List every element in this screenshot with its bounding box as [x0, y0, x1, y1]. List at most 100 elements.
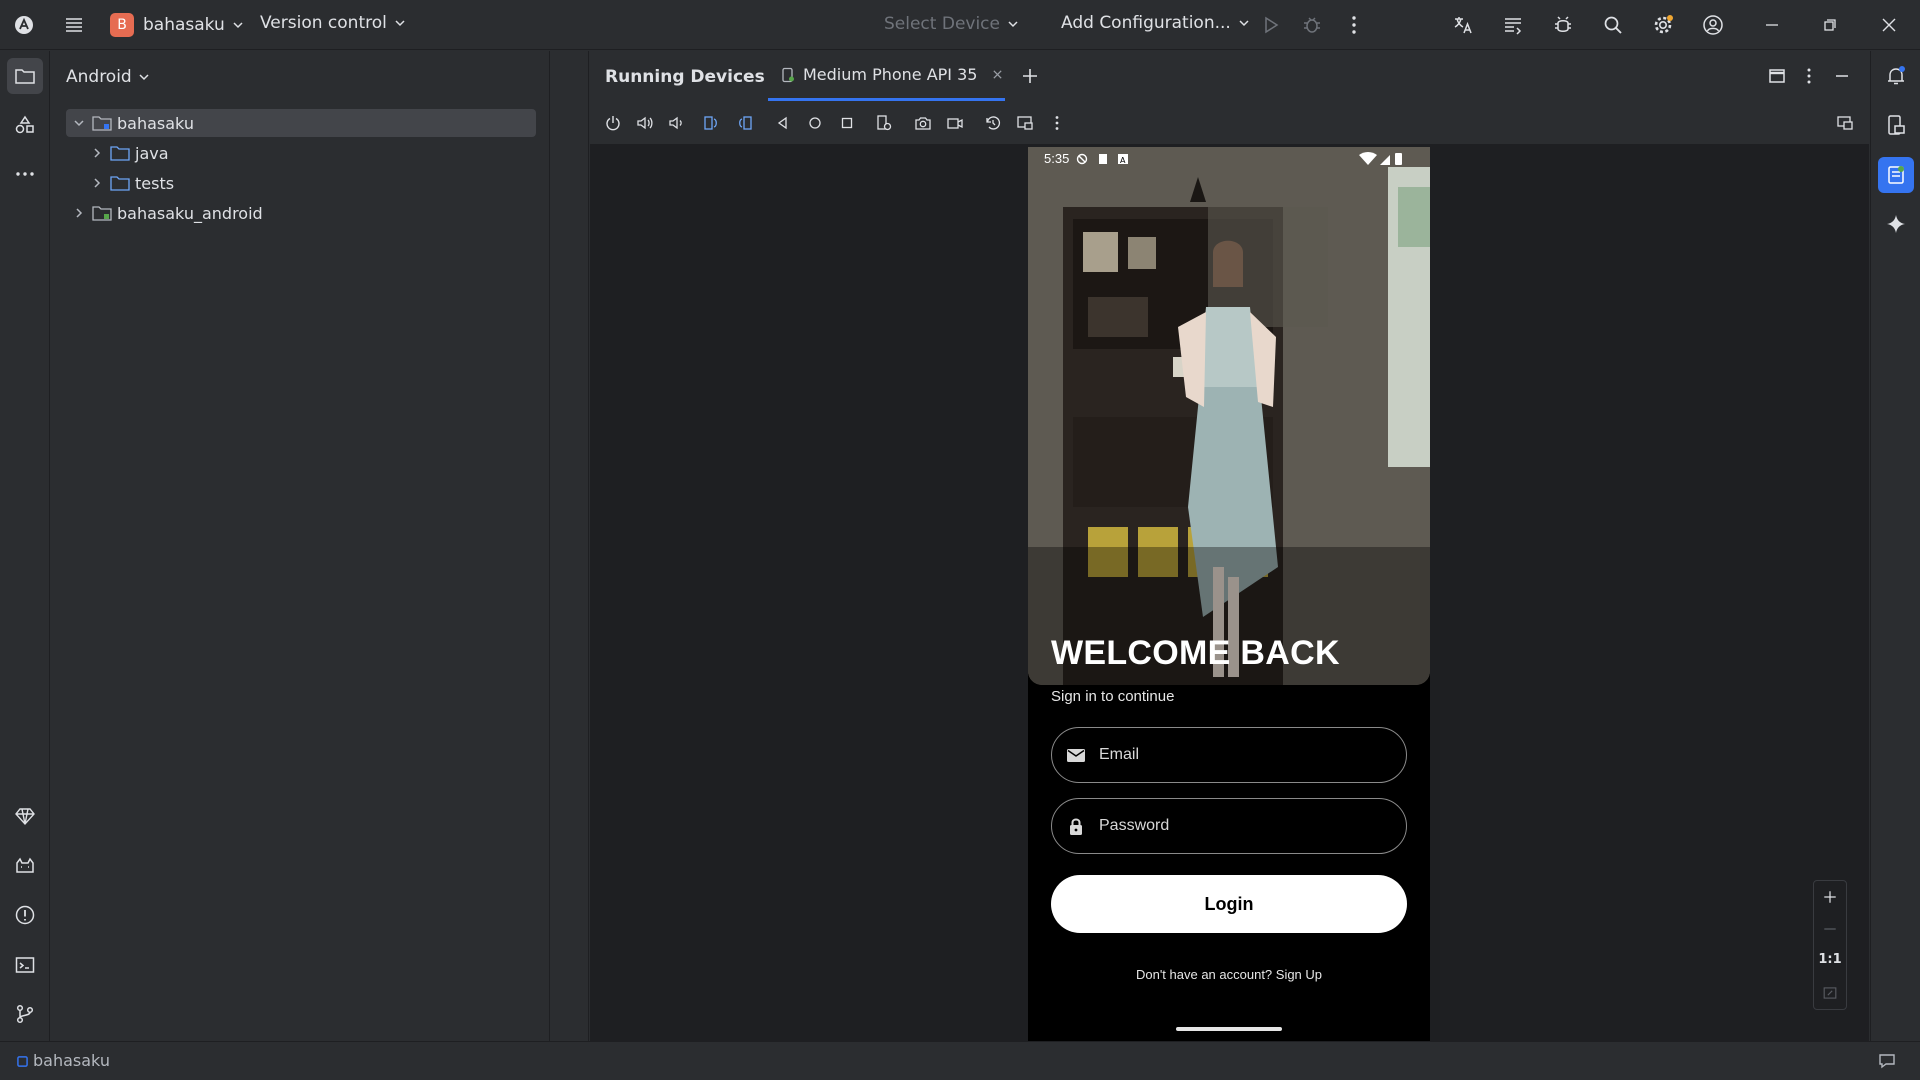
chevron-down-icon: [1008, 21, 1018, 28]
problems-icon[interactable]: [7, 897, 43, 933]
debug-icon[interactable]: [1294, 7, 1330, 43]
account-icon[interactable]: [1695, 7, 1731, 43]
running-devices-icon[interactable]: [1878, 157, 1914, 193]
running-devices-title: Running Devices: [605, 67, 765, 87]
screen-record-icon[interactable]: [944, 112, 966, 134]
status-time: 5:35: [1044, 151, 1070, 166]
more-tool-windows-icon[interactable]: [7, 156, 43, 192]
zoom-actual-size-button[interactable]: 1:1: [1814, 952, 1846, 967]
volume-up-icon[interactable]: [634, 112, 656, 134]
minimize-window-icon[interactable]: [1754, 7, 1790, 43]
notifications-icon[interactable]: [1878, 58, 1914, 94]
panel-more-options-icon[interactable]: [1791, 58, 1827, 94]
version-control-label: Version control: [260, 13, 387, 33]
left-tool-window-bar: [0, 51, 50, 1041]
tree-item-bahasaku-android[interactable]: bahasaku_android: [66, 199, 536, 227]
device-manager-icon[interactable]: [1545, 7, 1581, 43]
folder-icon: [110, 176, 130, 191]
svg-text:A: A: [1120, 156, 1126, 165]
home-icon[interactable]: [804, 112, 826, 134]
run-configuration-label: Add Configuration...: [1061, 13, 1231, 33]
project-selector[interactable]: B bahasaku: [110, 13, 244, 37]
gemini-diamond-icon[interactable]: [7, 798, 43, 834]
toolbar-more-icon[interactable]: [1046, 112, 1068, 134]
settings-gear-icon[interactable]: [1645, 7, 1681, 43]
tree-item-label: bahasaku_android: [117, 203, 263, 223]
chevron-right-icon: [94, 178, 101, 188]
signup-link[interactable]: Don't have an account? Sign Up: [1028, 967, 1430, 982]
gemini-sparkle-icon[interactable]: [1878, 206, 1914, 242]
chevron-right-icon: [94, 148, 101, 158]
tree-item-label: java: [135, 143, 169, 163]
search-icon[interactable]: [1595, 7, 1631, 43]
rotate-left-icon[interactable]: [700, 112, 722, 134]
android-studio-logo-icon: [6, 7, 42, 43]
running-devices-header: Running Devices Medium Phone API 35: [590, 51, 1869, 101]
layout-options-icon[interactable]: [1759, 58, 1795, 94]
device-file-explorer-icon[interactable]: [1878, 107, 1914, 143]
module-square-icon: [17, 1056, 28, 1067]
tree-item-java[interactable]: java: [66, 139, 536, 167]
project-view-selector[interactable]: Android: [66, 67, 150, 87]
run-icon[interactable]: [1252, 7, 1288, 43]
version-control-icon[interactable]: [7, 996, 43, 1032]
phone-device-icon: [782, 67, 794, 82]
device-selector-label: Select Device: [884, 14, 1000, 34]
device-selector[interactable]: Select Device: [884, 14, 1019, 34]
fold-device-icon[interactable]: [873, 112, 895, 134]
project-avatar: B: [110, 13, 134, 37]
project-name: bahasaku: [143, 15, 225, 35]
device-frame-icon[interactable]: [1834, 112, 1856, 134]
gesture-nav-handle[interactable]: [1176, 1027, 1282, 1031]
module-folder-icon: [92, 206, 112, 221]
zoom-fit-icon[interactable]: [1813, 977, 1847, 1009]
resource-manager-icon[interactable]: [7, 107, 43, 143]
android-status-bar: 5:35 A: [1028, 147, 1430, 171]
tab-label: Medium Phone API 35: [803, 65, 978, 84]
project-folder-icon[interactable]: [7, 58, 43, 94]
password-field[interactable]: Password: [1051, 798, 1407, 854]
back-icon[interactable]: [772, 112, 794, 134]
email-placeholder: Email: [1099, 746, 1140, 763]
volume-down-icon[interactable]: [665, 112, 687, 134]
chevron-down-icon: [1239, 20, 1249, 27]
status-bar: bahasaku: [0, 1041, 1920, 1080]
chevron-down-icon: [139, 74, 149, 81]
chevron-down-icon: [233, 22, 243, 29]
status-project-label[interactable]: bahasaku: [33, 1051, 110, 1070]
feedback-icon[interactable]: [1878, 1052, 1896, 1070]
snapshot-restore-icon[interactable]: [982, 112, 1004, 134]
power-icon[interactable]: [602, 112, 624, 134]
logcat-icon[interactable]: [7, 848, 43, 884]
project-tool-window: Android bahasaku java tests bahasaku_and…: [51, 51, 550, 1041]
right-tool-window-bar: [1870, 51, 1920, 1041]
tab-medium-phone[interactable]: Medium Phone API 35: [768, 51, 1005, 101]
overview-icon[interactable]: [836, 112, 858, 134]
lock-icon: [1070, 818, 1082, 835]
device-control-toolbar: [590, 101, 1869, 145]
main-menu-icon[interactable]: [56, 7, 92, 43]
tree-item-label: tests: [135, 173, 175, 193]
zoom-out-icon[interactable]: [1813, 913, 1847, 945]
translate-icon[interactable]: [1445, 7, 1481, 43]
login-button[interactable]: Login: [1051, 875, 1407, 933]
more-options-icon[interactable]: [1336, 7, 1372, 43]
close-tab-icon[interactable]: [992, 69, 1003, 80]
device-screen[interactable]: 5:35 A WELCOME BACK Sign in to continue …: [1028, 147, 1430, 1041]
zoom-in-icon[interactable]: [1813, 881, 1847, 913]
password-placeholder: Password: [1099, 817, 1170, 834]
email-field[interactable]: Email: [1051, 727, 1407, 783]
restore-window-icon[interactable]: [1812, 7, 1848, 43]
terminal-icon[interactable]: [7, 947, 43, 983]
close-window-icon[interactable]: [1871, 7, 1907, 43]
mirror-settings-icon[interactable]: [1014, 112, 1036, 134]
tree-item-tests[interactable]: tests: [66, 169, 536, 197]
run-configuration-selector[interactable]: Add Configuration...: [1061, 13, 1250, 33]
tree-item-bahasaku[interactable]: bahasaku: [66, 109, 536, 137]
screenshot-icon[interactable]: [912, 112, 934, 134]
build-variants-icon[interactable]: [1495, 7, 1531, 43]
version-control-menu[interactable]: Version control: [260, 13, 406, 33]
rotate-right-icon[interactable]: [734, 112, 756, 134]
add-device-tab-icon[interactable]: [1012, 58, 1048, 94]
hide-panel-icon[interactable]: [1824, 58, 1860, 94]
